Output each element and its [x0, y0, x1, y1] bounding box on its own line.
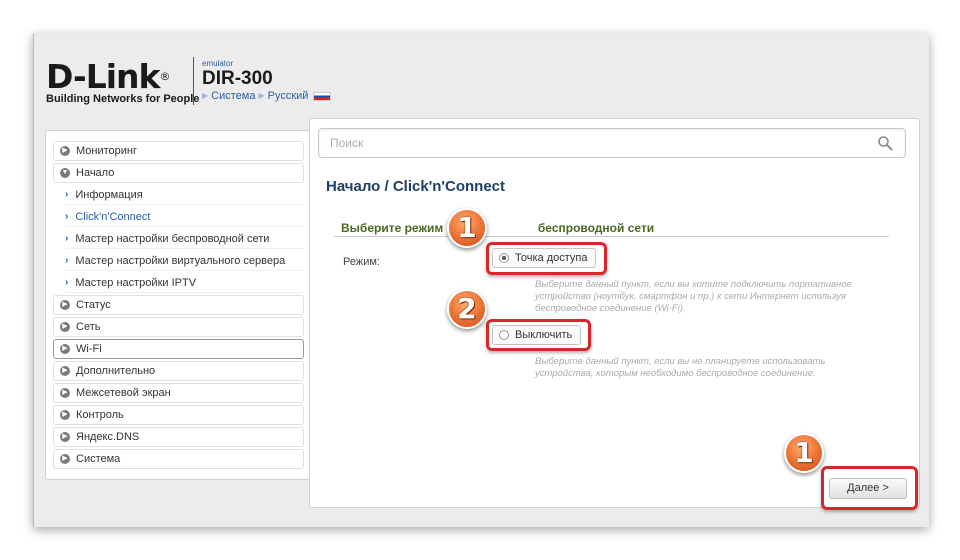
- chevron-right-icon: ›: [65, 277, 69, 288]
- sidebar-navigation: ▶ Мониторинг ▼ Начало › Информация › Cli…: [45, 130, 310, 480]
- highlight-disable: [486, 319, 591, 351]
- sidebar-item-label: Начало: [76, 167, 115, 179]
- sidebar-item-label: Статус: [76, 299, 111, 311]
- sidebar-subitem-wireless-wizard[interactable]: › Мастер настройки беспроводной сети: [65, 229, 304, 249]
- search-input[interactable]: [319, 129, 859, 157]
- logo-registered-mark: ®: [159, 70, 170, 83]
- sidebar-subitem-virtual-server-wizard[interactable]: › Мастер настройки виртуального сервера: [65, 251, 304, 271]
- sidebar-item-label: Мониторинг: [76, 145, 138, 157]
- sidebar-subitem-iptv-wizard[interactable]: › Мастер настройки IPTV: [65, 273, 304, 293]
- search-box: [318, 128, 906, 158]
- chevron-right-icon: ›: [65, 255, 69, 266]
- sidebar-subitem-information[interactable]: › Информация: [65, 185, 304, 205]
- sidebar-item-label: Система: [76, 453, 121, 465]
- sidebar-item-wifi[interactable]: ▶ Wi-Fi: [53, 339, 304, 359]
- model-name: DIR-300: [202, 68, 273, 89]
- arrow-right-icon: ▶: [202, 91, 209, 100]
- chevron-right-icon: ›: [65, 233, 69, 244]
- sidebar-item-label: Яндекс.DNS: [76, 431, 140, 443]
- section-title-left: Выберите режим: [341, 221, 444, 235]
- step-marker-3: 1: [784, 433, 824, 473]
- expand-icon: ▶: [60, 454, 70, 464]
- header-menu: ▶ Система ▶ Русский: [202, 89, 332, 103]
- chevron-right-icon: ›: [65, 211, 69, 222]
- search-icon[interactable]: [877, 135, 893, 151]
- sidebar-item-label: Wi-Fi: [76, 343, 102, 355]
- sidebar-item-label: Мастер настройки беспроводной сети: [75, 232, 270, 245]
- sidebar-subitem-clickn-connect[interactable]: › Click'n'Connect: [65, 207, 304, 227]
- sidebar-item-status[interactable]: ▶ Статус: [53, 295, 304, 315]
- sidebar-item-label: Мастер настройки виртуального сервера: [75, 254, 286, 267]
- sidebar-item-label: Контроль: [76, 409, 124, 421]
- dlink-logo: D-Link® Building Networks for People: [46, 57, 200, 106]
- sidebar-item-advanced[interactable]: ▶ Дополнительно: [53, 361, 304, 381]
- step-marker-1: 1: [447, 208, 487, 248]
- russian-flag-icon[interactable]: [313, 91, 332, 101]
- section-divider: [334, 236, 889, 237]
- logo-tagline: Building Networks for People: [46, 93, 200, 105]
- expand-icon: ▶: [60, 300, 70, 310]
- chevron-right-icon: ›: [65, 189, 69, 200]
- sidebar-item-firewall[interactable]: ▶ Межсетевой экран: [53, 383, 304, 403]
- sidebar-item-monitoring[interactable]: ▶ Мониторинг: [53, 141, 304, 161]
- sidebar-item-network[interactable]: ▶ Сеть: [53, 317, 304, 337]
- sidebar-item-label: Межсетевой экран: [76, 387, 171, 399]
- disable-hint: Выберите данный пункт, если вы не планир…: [535, 356, 826, 379]
- expand-icon: ▶: [60, 366, 70, 376]
- expand-icon: ▶: [60, 322, 70, 332]
- sidebar-item-yandex-dns[interactable]: ▶ Яндекс.DNS: [53, 427, 304, 447]
- arrow-right-icon: ▶: [258, 91, 265, 100]
- page-title: Начало / Click'n'Connect: [326, 178, 505, 195]
- access-point-hint: Выберите данный пункт, если вы хотите по…: [535, 279, 852, 314]
- model-block: emulator DIR-300 ▶ Система ▶ Русский: [202, 59, 332, 103]
- highlight-next-button: [821, 466, 918, 510]
- mode-label: Режим:: [343, 256, 380, 268]
- sidebar-item-label: Мастер настройки IPTV: [75, 276, 197, 289]
- expand-icon: ▶: [60, 410, 70, 420]
- emulator-label: emulator: [202, 59, 234, 68]
- expand-icon: ▶: [60, 344, 70, 354]
- sidebar-item-label: Информация: [75, 188, 143, 201]
- sidebar-item-label: Сеть: [76, 321, 101, 333]
- sidebar-item-label: Click'n'Connect: [75, 210, 151, 223]
- expand-icon: ▶: [60, 146, 70, 156]
- section-title-right: беспроводной сети: [537, 221, 655, 235]
- sidebar-item-label: Дополнительно: [76, 365, 156, 377]
- logo-text: D-Link: [46, 57, 160, 96]
- header-divider: [193, 57, 194, 105]
- expand-icon: ▶: [60, 388, 70, 398]
- highlight-access-point: [486, 242, 607, 275]
- sidebar-item-start[interactable]: ▼ Начало: [53, 163, 304, 183]
- sidebar-item-system[interactable]: ▶ Система: [53, 449, 304, 469]
- section-title: Выберите режим беспроводной сети: [341, 221, 654, 235]
- sidebar-item-control[interactable]: ▶ Контроль: [53, 405, 304, 425]
- language-menu-link[interactable]: Русский: [268, 89, 309, 103]
- expand-icon: ▶: [60, 432, 70, 442]
- system-menu-link[interactable]: Система: [211, 89, 255, 103]
- step-marker-2: 2: [447, 289, 487, 329]
- collapse-icon: ▼: [60, 168, 70, 178]
